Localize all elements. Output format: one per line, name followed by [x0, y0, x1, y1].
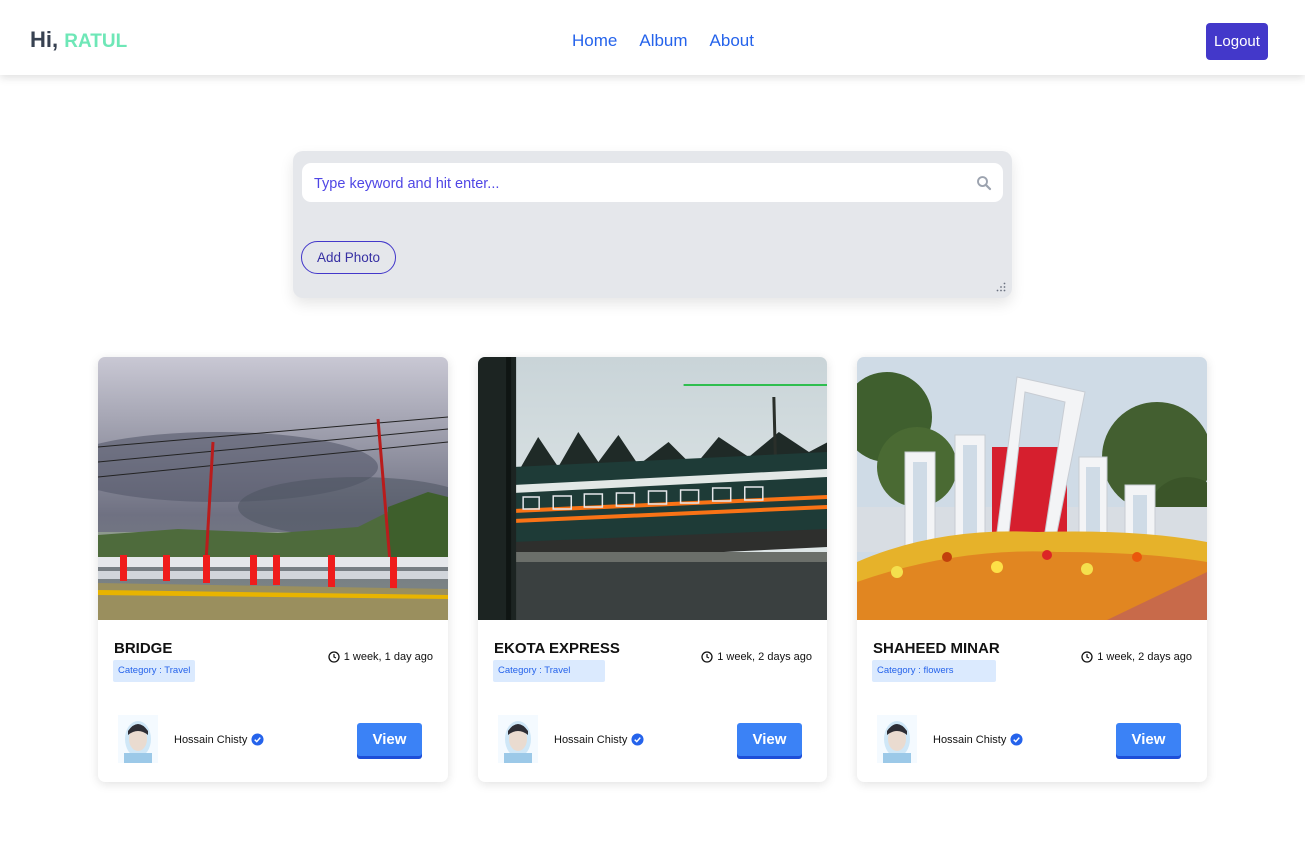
- card-title: EKOTA EXPRESS: [494, 640, 620, 657]
- add-photo-button[interactable]: Add Photo: [301, 241, 396, 274]
- greeting: Hi, RATUL: [30, 27, 127, 53]
- card-title: BRIDGE: [114, 640, 173, 657]
- card-time-text: 1 week, 2 days ago: [1097, 651, 1192, 663]
- greeting-text: Hi,: [30, 27, 59, 52]
- author: Hossain Chisty: [174, 733, 264, 746]
- photo-card: EKOTA EXPRESS 1 week, 2 days ago Categor…: [478, 357, 827, 782]
- card-time-text: 1 week, 2 days ago: [717, 651, 812, 663]
- photo-card: BRIDGE 1 week, 1 day ago Category : Trav…: [98, 357, 448, 782]
- view-button[interactable]: View: [357, 723, 422, 756]
- card-time: 1 week, 2 days ago: [701, 651, 812, 663]
- category-badge: Category : Travel: [493, 660, 605, 682]
- logout-button[interactable]: Logout: [1206, 23, 1268, 60]
- category-badge: Category : flowers: [872, 660, 996, 682]
- search-icon[interactable]: [975, 174, 993, 192]
- verified-icon: [1010, 733, 1023, 746]
- avatar: [118, 715, 158, 763]
- author: Hossain Chisty: [554, 733, 644, 746]
- main-nav: Home Album About: [572, 31, 754, 51]
- category-badge: Category : Travel: [113, 660, 196, 682]
- search-panel: Add Photo: [293, 151, 1012, 298]
- search-box: [302, 163, 1003, 204]
- card-time-text: 1 week, 1 day ago: [343, 651, 433, 663]
- nav-about[interactable]: About: [710, 31, 754, 51]
- avatar: [877, 715, 917, 763]
- view-button[interactable]: View: [1116, 723, 1181, 756]
- verified-icon: [631, 733, 644, 746]
- username: RATUL: [64, 31, 128, 52]
- resize-grip-icon[interactable]: [996, 282, 1006, 292]
- view-button[interactable]: View: [737, 723, 802, 756]
- card-time: 1 week, 2 days ago: [1081, 651, 1192, 663]
- author-name: Hossain Chisty: [554, 733, 628, 746]
- avatar: [498, 715, 538, 763]
- nav-home[interactable]: Home: [572, 31, 617, 51]
- nav-album[interactable]: Album: [639, 31, 687, 51]
- clock-icon: [1081, 651, 1093, 663]
- photo-ekota-express: [478, 357, 827, 620]
- card-title: SHAHEED MINAR: [873, 640, 1000, 657]
- author-name: Hossain Chisty: [933, 733, 1007, 746]
- photo-bridge: [98, 357, 448, 620]
- search-input[interactable]: [302, 163, 976, 204]
- navbar: Hi, RATUL Home Album About Logout: [0, 0, 1305, 75]
- verified-icon: [251, 733, 264, 746]
- card-time: 1 week, 1 day ago: [328, 651, 433, 663]
- clock-icon: [701, 651, 713, 663]
- author: Hossain Chisty: [933, 733, 1023, 746]
- photo-card: SHAHEED MINAR 1 week, 2 days ago Categor…: [857, 357, 1207, 782]
- photo-shaheed-minar: [857, 357, 1207, 620]
- author-name: Hossain Chisty: [174, 733, 248, 746]
- clock-icon: [328, 651, 340, 663]
